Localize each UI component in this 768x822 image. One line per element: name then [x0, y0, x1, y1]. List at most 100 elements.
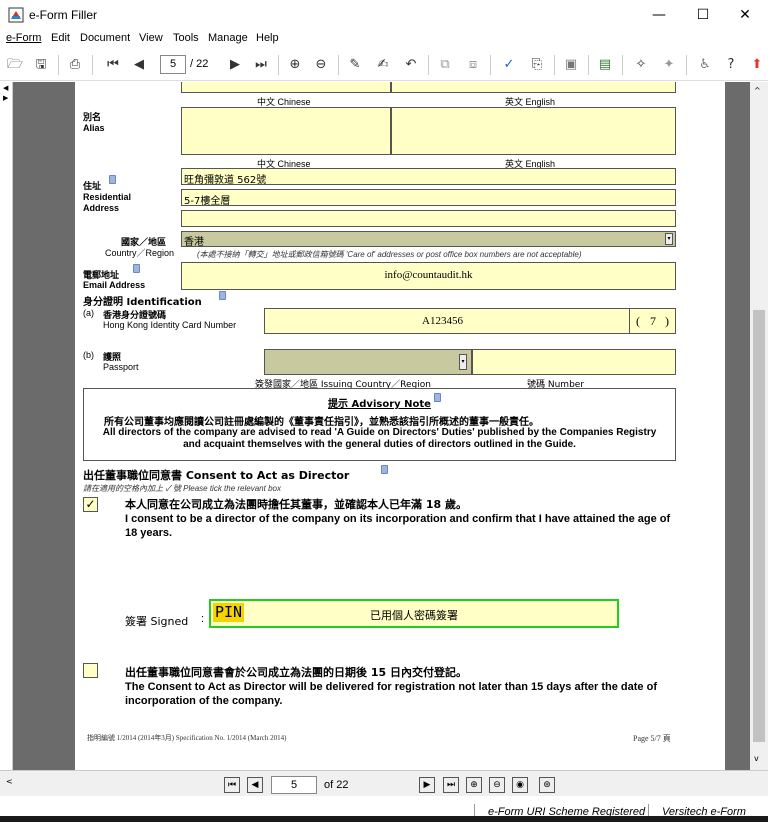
- submit-icon[interactable]: ▤: [596, 56, 614, 74]
- document-viewer: 中文 Chinese 英文 English 別名 Alias 中文 Chines…: [13, 82, 750, 770]
- hkid-check-open: (: [636, 314, 640, 328]
- check-icon[interactable]: ✓: [500, 56, 518, 74]
- hkid-divider: [629, 309, 630, 333]
- passport-label-en: Passport: [103, 362, 139, 372]
- expand-arrow-icon[interactable]: ▶: [3, 94, 8, 102]
- consent-1-zh: 本人同意在公司成立為法團時擔任其董事，並確認本人已年滿 18 歲。: [125, 498, 467, 511]
- dropdown-arrow-icon[interactable]: ▾: [665, 233, 673, 245]
- next-page-icon[interactable]: ▶: [226, 56, 244, 74]
- scroll-up-icon[interactable]: ^: [754, 86, 761, 95]
- menu-eform[interactable]: e-Form: [6, 32, 41, 44]
- note-flag-icon[interactable]: [434, 393, 441, 402]
- spell-check-icon[interactable]: ✧: [632, 56, 650, 74]
- email-field[interactable]: info@countaudit.hk: [181, 262, 676, 290]
- address-label-en-2: Address: [83, 203, 120, 213]
- title-bar: e-Form Filler — ☐ ✕: [0, 0, 768, 30]
- english-name-field[interactable]: [391, 82, 676, 93]
- page-footer-spec: 指明編號 1/2014 (2014年3月) Specification No. …: [87, 734, 287, 742]
- scroll-down-icon[interactable]: v: [754, 754, 759, 763]
- alias-label-en: Alias: [83, 123, 105, 133]
- toolbar-divider: [338, 55, 339, 75]
- menu-help[interactable]: Help: [256, 32, 279, 44]
- help-icon[interactable]: ?: [722, 56, 740, 74]
- accessibility-icon[interactable]: ♿: [696, 56, 714, 74]
- fit-page-button[interactable]: ◉: [512, 777, 528, 793]
- first-page-button[interactable]: ⏮: [224, 777, 240, 793]
- dropdown-arrow-icon[interactable]: ▾: [459, 354, 467, 370]
- sign-form-icon[interactable]: ✍: [374, 56, 392, 74]
- address-line-2-value: 5-7樓全層: [184, 196, 231, 207]
- prev-page-icon[interactable]: ◀: [130, 56, 148, 74]
- address-line-1-field[interactable]: 旺角彌敦道 562號: [181, 168, 676, 186]
- signature-field[interactable]: PIN 已用個人密碼簽署: [209, 599, 619, 628]
- left-gutter: ◀ ▶: [0, 82, 13, 770]
- note-flag-icon[interactable]: [219, 291, 226, 300]
- menu-view[interactable]: View: [139, 32, 163, 44]
- passport-prefix: (b): [83, 350, 94, 360]
- address-line-1-value: 旺角彌敦道 562號: [184, 175, 267, 186]
- country-select-value: 香港: [184, 237, 204, 248]
- address-line-3-field[interactable]: [181, 210, 676, 227]
- advisory-note-en: All directors of the company are advised…: [102, 427, 657, 450]
- collapse-arrow-icon[interactable]: ◀: [3, 84, 8, 92]
- alias-chinese-field[interactable]: [181, 107, 391, 155]
- scrollbar-thumb[interactable]: [753, 310, 765, 742]
- last-page-icon[interactable]: ⏭: [252, 56, 270, 74]
- zoom-in-button[interactable]: ⊕: [466, 777, 482, 793]
- fit-width-button[interactable]: ⊛: [539, 777, 555, 793]
- address-line-2-field[interactable]: 5-7樓全層: [181, 189, 676, 207]
- attachment-icon[interactable]: ▣: [562, 56, 580, 74]
- vertical-scrollbar[interactable]: ^ v: [750, 82, 768, 770]
- last-page-button[interactable]: ⏭: [443, 777, 459, 793]
- prev-page-button[interactable]: ◀: [247, 777, 263, 793]
- pin-icon[interactable]: ✦: [660, 56, 678, 74]
- menu-edit[interactable]: Edit: [51, 32, 70, 44]
- copy-icon[interactable]: ⧉: [436, 56, 454, 74]
- nav-page-input[interactable]: 5: [271, 776, 317, 794]
- page-total: / 22: [190, 58, 209, 70]
- minimize-button[interactable]: —: [636, 0, 682, 30]
- first-page-icon[interactable]: ⏮: [104, 56, 122, 74]
- zoom-out-button[interactable]: ⊖: [489, 777, 505, 793]
- consent-checkbox-1[interactable]: ✓: [83, 497, 98, 512]
- country-select[interactable]: 香港 ▾: [181, 231, 676, 248]
- save-icon[interactable]: 🖫: [32, 56, 50, 74]
- chinese-name-field[interactable]: [181, 82, 391, 93]
- paste-icon[interactable]: ⧈: [464, 56, 482, 74]
- address-label-en-1: Residential: [83, 192, 132, 202]
- passport-number-field[interactable]: [472, 349, 676, 375]
- zoom-out-icon[interactable]: ⊖: [312, 56, 330, 74]
- menu-document[interactable]: Document: [80, 32, 130, 44]
- menu-tools[interactable]: Tools: [173, 32, 199, 44]
- tick-hint: 請在適用的空格內加上 ✓ 號 Please tick the relevant …: [83, 484, 281, 493]
- update-icon[interactable]: ⬆: [748, 56, 766, 74]
- address-label-zh: 住址: [83, 182, 102, 192]
- validate-icon[interactable]: ⎘: [528, 56, 546, 74]
- hkid-check-digit: 7: [650, 314, 656, 328]
- maximize-button[interactable]: ☐: [680, 0, 726, 30]
- hkid-field[interactable]: A123456 ( 7 ): [264, 308, 676, 334]
- alias-english-field[interactable]: [391, 107, 676, 155]
- zoom-in-icon[interactable]: ⊕: [286, 56, 304, 74]
- note-flag-icon[interactable]: [109, 175, 116, 184]
- next-page-button[interactable]: ▶: [419, 777, 435, 793]
- open-icon[interactable]: 🗁: [6, 56, 24, 74]
- menu-manage[interactable]: Manage: [208, 32, 248, 44]
- note-flag-icon[interactable]: [381, 465, 388, 474]
- consent-checkbox-2[interactable]: [83, 663, 98, 678]
- page-number-input[interactable]: 5: [160, 55, 186, 74]
- nav-page-total: of 22: [324, 779, 349, 791]
- hkid-value: A123456: [422, 315, 463, 327]
- edit-form-icon[interactable]: ✎: [346, 56, 364, 74]
- note-flag-icon[interactable]: [133, 264, 140, 273]
- toolbar-divider: [428, 55, 429, 75]
- close-button[interactable]: ✕: [722, 0, 768, 30]
- scroll-left-icon[interactable]: <: [6, 777, 13, 786]
- toolbar: 🗁 🖫 ⎙ ⏮ ◀ 5 / 22 ▶ ⏭ ⊕ ⊖ ✎ ✍ ↶ ⧉ ⧈ ✓ ⎘ ▣…: [0, 49, 768, 81]
- print-icon[interactable]: ⎙: [66, 56, 84, 74]
- consent-heading: 出任董事職位同意書 Consent to Act as Director: [83, 469, 350, 482]
- undo-icon[interactable]: ↶: [402, 56, 420, 74]
- page-footer-number: Page 5/7 頁: [633, 734, 671, 743]
- form-page: 中文 Chinese 英文 English 別名 Alias 中文 Chines…: [75, 82, 725, 770]
- issuing-country-select[interactable]: ▾: [264, 349, 472, 375]
